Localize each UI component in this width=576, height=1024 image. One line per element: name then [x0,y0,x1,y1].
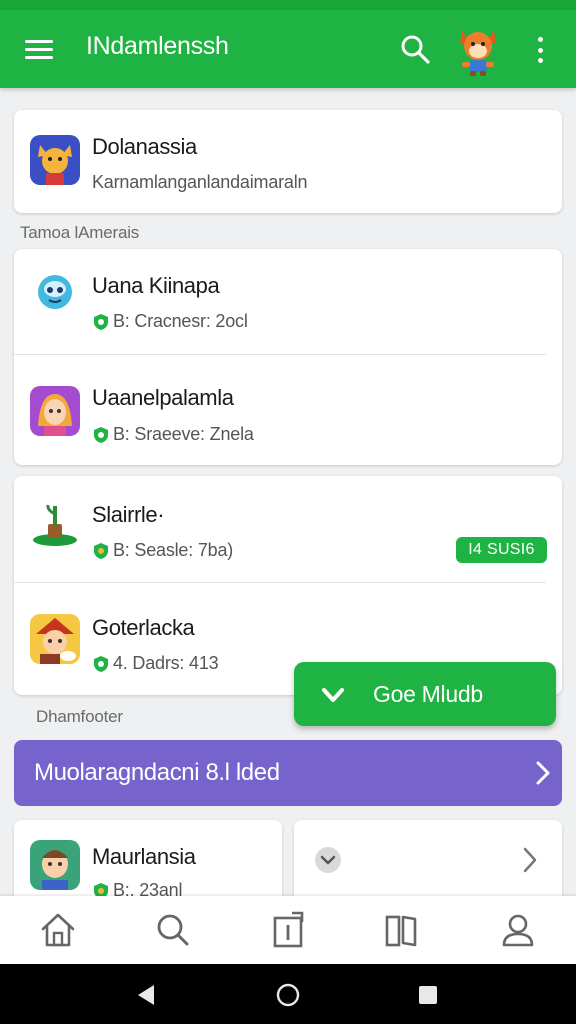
item-title: Goterlacka [92,615,195,640]
status-bar [0,0,576,10]
chevron-down-icon [322,688,344,702]
item-meta: B: Sraeeve: Znela [92,424,254,445]
villager-app-icon [30,840,80,890]
shield-icon [94,542,108,559]
app-bar: INdamlenssh [0,10,576,88]
list-item-1[interactable]: Uana Kiinapa B: Cracnesr: 2ocl [14,249,562,354]
profile-icon[interactable] [498,910,538,950]
home-circle-icon[interactable] [275,982,301,1008]
hamburger-menu-icon[interactable] [22,32,56,66]
promo-label: Muolaragndacni 8.l lded [34,759,280,786]
fab-label: Goe Mludb [373,681,483,707]
app-title: INdamlenssh [86,32,229,60]
search-icon[interactable] [398,32,432,66]
status-badge: I4 SUSI6 [456,537,547,563]
expand-circle-icon[interactable] [314,846,342,874]
bottom-navigation [0,896,576,964]
item-title: Slairrle· [92,502,165,527]
tasks-icon[interactable] [268,910,308,950]
featured-card[interactable]: Dolanassia Karnamlanganlandaimaraln [14,110,562,213]
floating-action-button[interactable]: Goe Mludb [294,662,556,726]
cat-hero-app-icon [30,135,80,185]
chevron-right-icon [536,761,550,785]
adventurer-app-icon [30,614,80,664]
blue-character-app-icon [30,267,80,317]
system-navigation-bar [0,964,576,1024]
more-vert-icon[interactable] [528,34,552,66]
item-title: Maurlansia [92,844,196,869]
item-meta: B: Cracnesr: 2ocl [92,311,248,332]
featured-title: Dolanassia [92,134,197,159]
featured-subtitle: Karnamlanganlandaimaraln [92,172,308,192]
item-meta-text: B: Seasle: 7ba) [113,540,234,560]
search-icon[interactable] [153,910,193,950]
item-title: Uaanelpalamla [92,385,234,410]
section-label-top: Tamoa lAmerais [20,223,140,242]
item-meta-text: B: Cracnesr: 2ocl [113,311,248,331]
list-item-3[interactable]: Slairrle· B: Seasle: 7ba) [14,476,562,582]
chevron-right-icon[interactable] [520,846,540,874]
item-meta: B: Seasle: 7ba) [92,540,233,561]
item-meta-text: B: Sraeeve: Znela [113,424,254,444]
section-label-bottom: Dhamfooter [36,707,123,726]
item-title: Uana Kiinapa [92,273,220,298]
item-meta-text: 4. Dadrs: 413 [113,653,219,673]
list-item-2[interactable]: Uaanelpalamla B: Sraeeve: Znela [14,354,562,465]
item-meta: 4. Dadrs: 413 [92,653,219,674]
potted-plant-app-icon [30,500,80,550]
shield-icon [94,426,108,443]
recents-icon[interactable] [415,982,441,1008]
promo-banner[interactable]: Muolaragndacni 8.l lded [14,740,562,806]
back-icon[interactable] [134,982,160,1008]
fox-avatar-icon[interactable] [452,22,504,78]
home-icon[interactable] [38,910,78,950]
shield-icon [94,313,108,330]
princess-app-icon [30,386,80,436]
shield-icon [94,655,108,672]
library-icon[interactable] [382,910,422,950]
